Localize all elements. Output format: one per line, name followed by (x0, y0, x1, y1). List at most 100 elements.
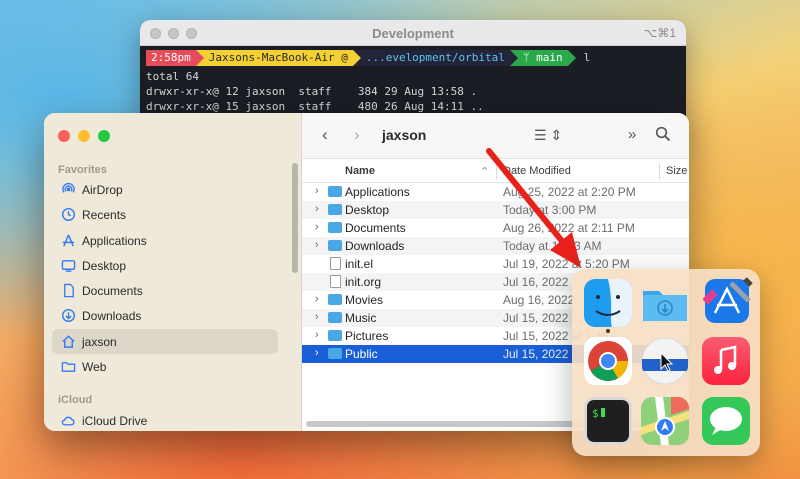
sidebar-item-downloads[interactable]: Downloads (52, 303, 278, 328)
sidebar-item-airdrop[interactable]: AirDrop (52, 177, 278, 202)
sidebar-item-label: Recents (82, 207, 127, 222)
forward-chevron-icon[interactable]: › (354, 125, 360, 145)
git-branch-icon: ᛘ (522, 51, 537, 64)
disclosure-chevron-icon[interactable]: › (315, 185, 319, 197)
prompt-command: l (583, 51, 591, 64)
disclosure-chevron-icon[interactable]: › (315, 239, 319, 251)
xcode-beta-icon[interactable] (701, 275, 753, 327)
file-name: init.el (345, 257, 374, 271)
download-icon (60, 308, 76, 324)
sidebar-item-label: Downloads (82, 308, 142, 323)
file-name: Movies (345, 293, 384, 307)
close-button[interactable] (58, 130, 70, 142)
chrome-icon[interactable] (584, 337, 632, 385)
disclosure-chevron-icon[interactable]: › (315, 329, 319, 341)
folder-icon (328, 222, 342, 233)
folder-icon (328, 330, 342, 341)
folder-icon (328, 186, 342, 197)
folder-title: jaxson (382, 127, 427, 143)
sidebar-item-icloud-drive[interactable]: iCloud Drive (52, 408, 278, 431)
shell-prompt: 2:58pm Jaxsons-MacBook-Air @ ...evelopme… (146, 49, 680, 67)
file-name: Desktop (345, 203, 390, 217)
document-icon (60, 283, 76, 299)
list-view-icon[interactable]: ☰ ⇕ (534, 127, 562, 144)
disclosure-chevron-icon[interactable]: › (315, 221, 319, 233)
sidebar-item-applications[interactable]: Applications (52, 228, 278, 253)
terminal-title: Development (372, 26, 454, 41)
downloads-folder-icon[interactable] (641, 279, 689, 327)
terminal-shortcut: ⌥⌘1 (643, 26, 676, 40)
file-date: Jul 16, 2022 (503, 275, 569, 289)
svg-text:$: $ (592, 407, 599, 420)
file-name: Public (345, 347, 378, 361)
file-date: Jul 15, 2022 (503, 347, 569, 361)
terminal-output[interactable]: 2:58pm Jaxsons-MacBook-Air @ ...evelopme… (140, 46, 686, 117)
folder-icon (328, 204, 342, 215)
file-date: Aug 16, 2022 (503, 293, 575, 307)
sidebar-item-label: Desktop (82, 258, 127, 273)
disclosure-chevron-icon[interactable]: › (315, 347, 319, 359)
sidebar-item-jaxson[interactable]: jaxson (52, 329, 278, 354)
sidebar-section-favorites: Favorites (58, 164, 107, 176)
sidebar-item-label: Applications (82, 233, 147, 248)
sidebar-item-label: Web (82, 359, 107, 374)
folder-icon (328, 294, 342, 305)
disclosure-chevron-icon[interactable]: › (315, 311, 319, 323)
desktop-icon (60, 258, 76, 274)
finder-icon[interactable] (584, 279, 632, 327)
sidebar-item-label: iCloud Drive (82, 413, 148, 428)
sidebar-scrollbar[interactable] (292, 163, 298, 273)
column-name[interactable]: Name (345, 165, 375, 177)
file-date: Jul 15, 2022 (503, 311, 569, 325)
minimize-button[interactable] (78, 130, 90, 142)
document-file-icon (330, 257, 341, 270)
file-name: init.org (345, 275, 382, 289)
sidebar-item-recents[interactable]: Recents (52, 202, 278, 227)
zoom-button[interactable] (98, 130, 110, 142)
sidebar-item-label: Documents (82, 283, 143, 298)
folder-icon (60, 359, 76, 375)
file-name: Downloads (345, 239, 405, 253)
folder-icon (328, 348, 342, 359)
app-folder-popup: $ (572, 269, 760, 456)
disclosure-chevron-icon[interactable]: › (315, 293, 319, 305)
document-file-icon (330, 275, 341, 288)
file-name: Documents (345, 221, 406, 235)
finder-sidebar: Favorites AirDrop Recents Applications D… (44, 113, 302, 431)
folder-icon (328, 240, 342, 251)
terminal-icon[interactable]: $ (584, 397, 632, 445)
search-icon[interactable] (655, 126, 671, 147)
back-chevron-icon[interactable]: ‹ (322, 125, 328, 145)
prompt-time: 2:58pm (146, 50, 196, 66)
git-branch-label: main (536, 51, 563, 64)
applications-icon (60, 233, 76, 249)
red-arrow-annotation (486, 148, 581, 268)
sidebar-item-label: AirDrop (82, 182, 123, 197)
home-icon (60, 334, 76, 350)
sidebar-item-desktop[interactable]: Desktop (52, 253, 278, 278)
sidebar-section-icloud: iCloud (58, 394, 93, 406)
clock-icon (60, 207, 76, 223)
file-name: Applications (345, 185, 410, 199)
file-name: Pictures (345, 329, 389, 343)
finder-window-controls (58, 130, 110, 142)
messages-icon[interactable] (702, 397, 750, 445)
prompt-host: Jaxsons-MacBook-Air @ (203, 50, 353, 66)
blank-app-icon[interactable] (641, 337, 689, 385)
maps-icon[interactable] (641, 397, 689, 445)
terminal-line: drwxr-xr-x@ 15 jaxson staff 480 26 Aug 1… (146, 100, 484, 113)
terminal-titlebar[interactable]: Development ⌥⌘1 (140, 20, 686, 46)
cloud-icon (60, 413, 76, 429)
file-name: Music (345, 311, 377, 325)
sidebar-item-label: jaxson (82, 334, 117, 349)
sidebar-item-web[interactable]: Web (52, 354, 278, 379)
column-size[interactable]: Size (666, 165, 687, 177)
disclosure-chevron-icon[interactable]: › (315, 203, 319, 215)
music-icon[interactable] (702, 337, 750, 385)
terminal-line: drwxr-xr-x@ 12 jaxson staff 384 29 Aug 1… (146, 85, 478, 98)
more-toolbar-icon[interactable]: » (628, 126, 636, 143)
prompt-git-branch: ᛘ main (517, 50, 568, 66)
airdrop-icon (60, 182, 76, 198)
sidebar-item-documents[interactable]: Documents (52, 278, 278, 303)
running-indicator (606, 329, 610, 333)
